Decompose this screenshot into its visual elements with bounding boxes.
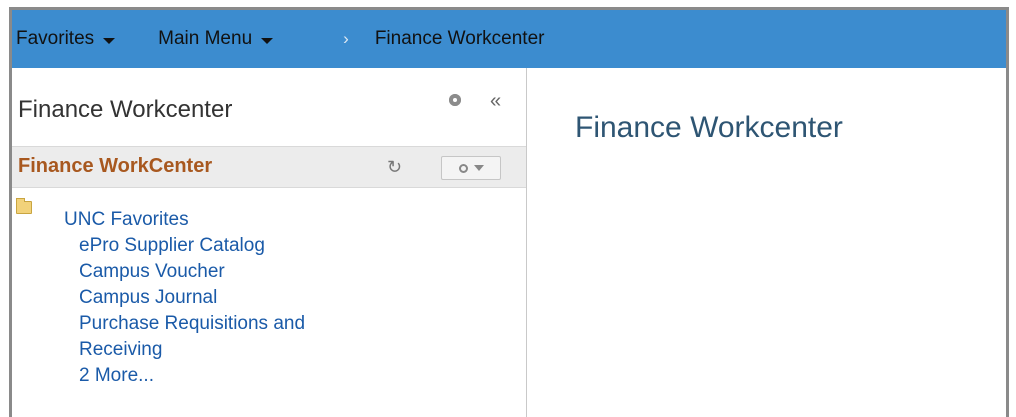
- top-navigation-bar: Favorites Main Menu › Finance Workcenter: [12, 10, 1006, 68]
- collapse-panel-icon[interactable]: «: [490, 90, 501, 113]
- folder-unc-favorites[interactable]: UNC Favorites: [64, 209, 189, 231]
- breadcrumb-separator-icon: ›: [343, 29, 349, 48]
- gear-icon[interactable]: [449, 94, 461, 106]
- chevron-down-icon: [261, 37, 274, 44]
- list-item[interactable]: 2 More...: [79, 365, 154, 387]
- main-menu-label: Main Menu: [158, 28, 253, 49]
- list-item[interactable]: Campus Voucher: [79, 261, 225, 283]
- favorites-menu-label: Favorites: [16, 28, 95, 49]
- actions-menu-button[interactable]: [441, 156, 501, 180]
- breadcrumb-current[interactable]: Finance Workcenter: [375, 28, 545, 50]
- chevron-down-icon: [103, 37, 116, 44]
- list-item[interactable]: Receiving: [79, 339, 162, 361]
- gear-icon: [458, 163, 468, 173]
- list-item[interactable]: ePro Supplier Catalog: [79, 235, 265, 257]
- chevron-down-icon: [473, 165, 484, 171]
- section-title[interactable]: Finance WorkCenter: [18, 155, 212, 178]
- section-header: Finance WorkCenter ↻: [12, 146, 526, 188]
- list-item[interactable]: Campus Journal: [79, 287, 217, 309]
- list-item[interactable]: Purchase Requisitions and: [79, 313, 305, 335]
- page-title: Finance Workcenter: [575, 111, 843, 144]
- main-menu[interactable]: Main Menu: [158, 28, 274, 50]
- app-frame: Favorites Main Menu › Finance Workcenter…: [9, 7, 1009, 417]
- folder-icon: [16, 198, 32, 214]
- favorites-menu[interactable]: Favorites: [16, 28, 116, 50]
- left-panel: Finance Workcenter « Finance WorkCenter …: [12, 68, 527, 417]
- left-panel-title: Finance Workcenter: [18, 96, 233, 123]
- refresh-icon[interactable]: ↻: [387, 157, 402, 178]
